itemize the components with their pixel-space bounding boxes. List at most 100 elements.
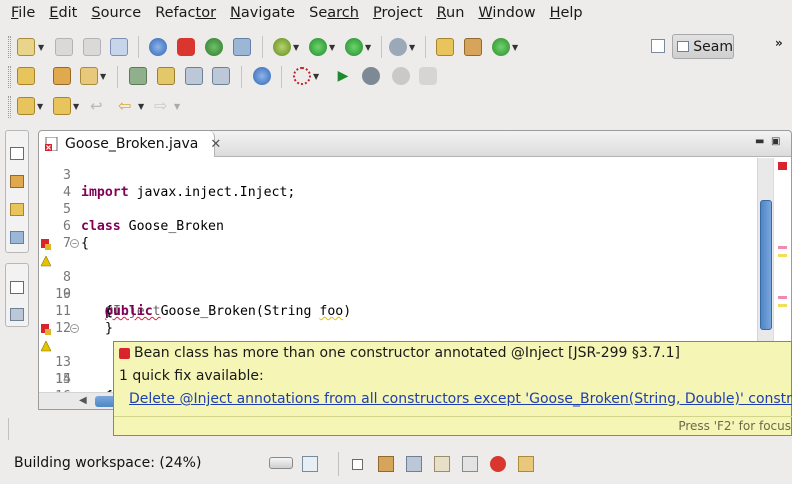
next-edit-icon[interactable]	[17, 97, 35, 115]
more-perspectives-icon[interactable]: »	[775, 36, 783, 50]
refresh-icon[interactable]	[293, 67, 311, 85]
restore-icon[interactable]	[10, 147, 24, 160]
seam-action-icon[interactable]	[177, 38, 195, 56]
scroll-left-icon[interactable]: ◀	[79, 395, 87, 406]
servers-view-icon[interactable]	[490, 456, 506, 472]
toolbar-grip[interactable]	[8, 36, 11, 58]
progress-indicator[interactable]	[269, 457, 293, 469]
restore-icon[interactable]	[352, 459, 363, 470]
menu-run[interactable]: Run	[430, 0, 472, 26]
last-edit-icon[interactable]: ↩	[90, 97, 108, 115]
error-icon	[119, 347, 130, 359]
error-marker-icon[interactable]	[41, 238, 51, 250]
chevron-down-icon[interactable]: ▼	[512, 43, 518, 52]
search-view-icon[interactable]	[518, 456, 534, 472]
menu-navigate[interactable]: Navigate	[223, 0, 302, 26]
declaration-view-icon[interactable]	[462, 456, 478, 472]
forward-icon[interactable]: ⇨	[154, 97, 172, 115]
warning-overview-mark[interactable]	[778, 304, 787, 307]
new-class-icon[interactable]	[492, 38, 510, 56]
next-annotation-icon[interactable]	[129, 67, 147, 85]
error-overview-mark[interactable]	[778, 246, 787, 249]
chevron-down-icon[interactable]: ▼	[409, 43, 415, 52]
maximize-icon[interactable]: ▣	[771, 136, 780, 147]
menu-window[interactable]: Window	[471, 0, 542, 26]
run-icon[interactable]	[309, 38, 327, 56]
tasks-view-icon[interactable]	[406, 456, 422, 472]
open-type-icon[interactable]	[17, 67, 35, 85]
resume-icon[interactable]: ▶	[334, 67, 352, 85]
new-java-project-icon[interactable]	[436, 38, 454, 56]
scrollbar-thumb[interactable]	[760, 200, 772, 330]
quick-fix-link[interactable]: Delete @Inject annotations from all cons…	[129, 391, 792, 407]
open-task-icon[interactable]	[53, 67, 71, 85]
save-icon[interactable]	[55, 38, 73, 56]
project-explorer-icon[interactable]	[10, 203, 24, 216]
menu-refactor[interactable]: Refactor	[148, 0, 223, 26]
problem-message: Bean class has more than one constructor…	[134, 345, 680, 361]
hierarchy-icon[interactable]	[10, 231, 24, 244]
toolbar-grip[interactable]	[8, 96, 11, 118]
outline-icon[interactable]	[10, 308, 24, 321]
open-perspective-icon[interactable]	[651, 39, 665, 53]
block-selection-icon[interactable]	[185, 67, 203, 85]
chevron-down-icon[interactable]: ▼	[293, 43, 299, 52]
error-marker-icon[interactable]	[41, 323, 51, 335]
chevron-down-icon[interactable]: ▼	[37, 102, 43, 111]
previous-edit-icon[interactable]	[53, 97, 71, 115]
menu-project[interactable]: Project	[366, 0, 430, 26]
warning-marker-icon[interactable]	[40, 340, 52, 352]
mark-occurrences-icon[interactable]	[157, 67, 175, 85]
menu-help[interactable]: Help	[543, 0, 590, 26]
minimize-icon[interactable]: ▬	[755, 136, 764, 147]
chevron-down-icon[interactable]: ▼	[73, 102, 79, 111]
search-icon[interactable]	[80, 67, 98, 85]
globe-icon[interactable]	[149, 38, 167, 56]
bean-icon[interactable]	[205, 38, 223, 56]
terminate-icon[interactable]	[392, 67, 410, 85]
menu-file[interactable]: File	[4, 0, 42, 26]
fold-collapse-icon[interactable]: −	[70, 324, 79, 333]
error-overview-mark[interactable]	[778, 296, 787, 299]
package-explorer-icon[interactable]	[10, 175, 24, 188]
chevron-down-icon[interactable]: ▼	[329, 43, 335, 52]
save-all-icon[interactable]	[83, 38, 101, 56]
show-whitespace-icon[interactable]	[212, 67, 230, 85]
error-summary-icon[interactable]	[778, 162, 787, 170]
menu-source[interactable]: Source	[84, 0, 148, 26]
warning-marker-icon[interactable]	[40, 255, 52, 267]
chevron-down-icon[interactable]: ▼	[38, 43, 44, 52]
chevron-down-icon[interactable]: ▼	[313, 72, 319, 81]
editor-tab[interactable]: Goose_Broken.java ✕	[39, 131, 221, 157]
problems-view-icon[interactable]	[378, 456, 394, 472]
fold-collapse-icon[interactable]: −	[70, 239, 79, 248]
print-icon[interactable]	[110, 38, 128, 56]
chevron-down-icon[interactable]: ▼	[174, 102, 180, 111]
seam-perspective-label: Seam	[693, 38, 733, 55]
chevron-down-icon[interactable]: ▼	[365, 43, 371, 52]
chevron-down-icon[interactable]: ▼	[138, 102, 144, 111]
menu-edit[interactable]: Edit	[42, 0, 84, 26]
debug-icon[interactable]	[273, 38, 291, 56]
progress-view-icon[interactable]	[302, 456, 318, 472]
disconnect-icon[interactable]	[419, 67, 437, 85]
run-external-icon[interactable]	[345, 38, 363, 56]
warning-overview-mark[interactable]	[778, 254, 787, 257]
server-icon[interactable]	[233, 38, 251, 56]
hover-focus-hint: Press 'F2' for focus	[678, 419, 791, 433]
code-line: 13 − @Inject	[39, 320, 775, 392]
close-icon[interactable]: ✕	[210, 137, 221, 152]
web-browser-icon[interactable]	[253, 67, 271, 85]
menu-search[interactable]: Search	[302, 0, 366, 26]
new-package-icon[interactable]	[464, 38, 482, 56]
server-start-icon[interactable]	[389, 38, 407, 56]
new-icon[interactable]	[17, 38, 35, 56]
restore-icon[interactable]	[10, 281, 24, 294]
javadoc-view-icon[interactable]	[434, 456, 450, 472]
step-icon[interactable]	[362, 67, 380, 85]
code-line: 10 {	[39, 269, 775, 319]
chevron-down-icon[interactable]: ▼	[100, 72, 106, 81]
back-icon[interactable]: ⇦	[118, 97, 136, 115]
seam-perspective-button[interactable]: Seam	[672, 34, 734, 59]
toolbar-grip[interactable]	[8, 66, 11, 88]
